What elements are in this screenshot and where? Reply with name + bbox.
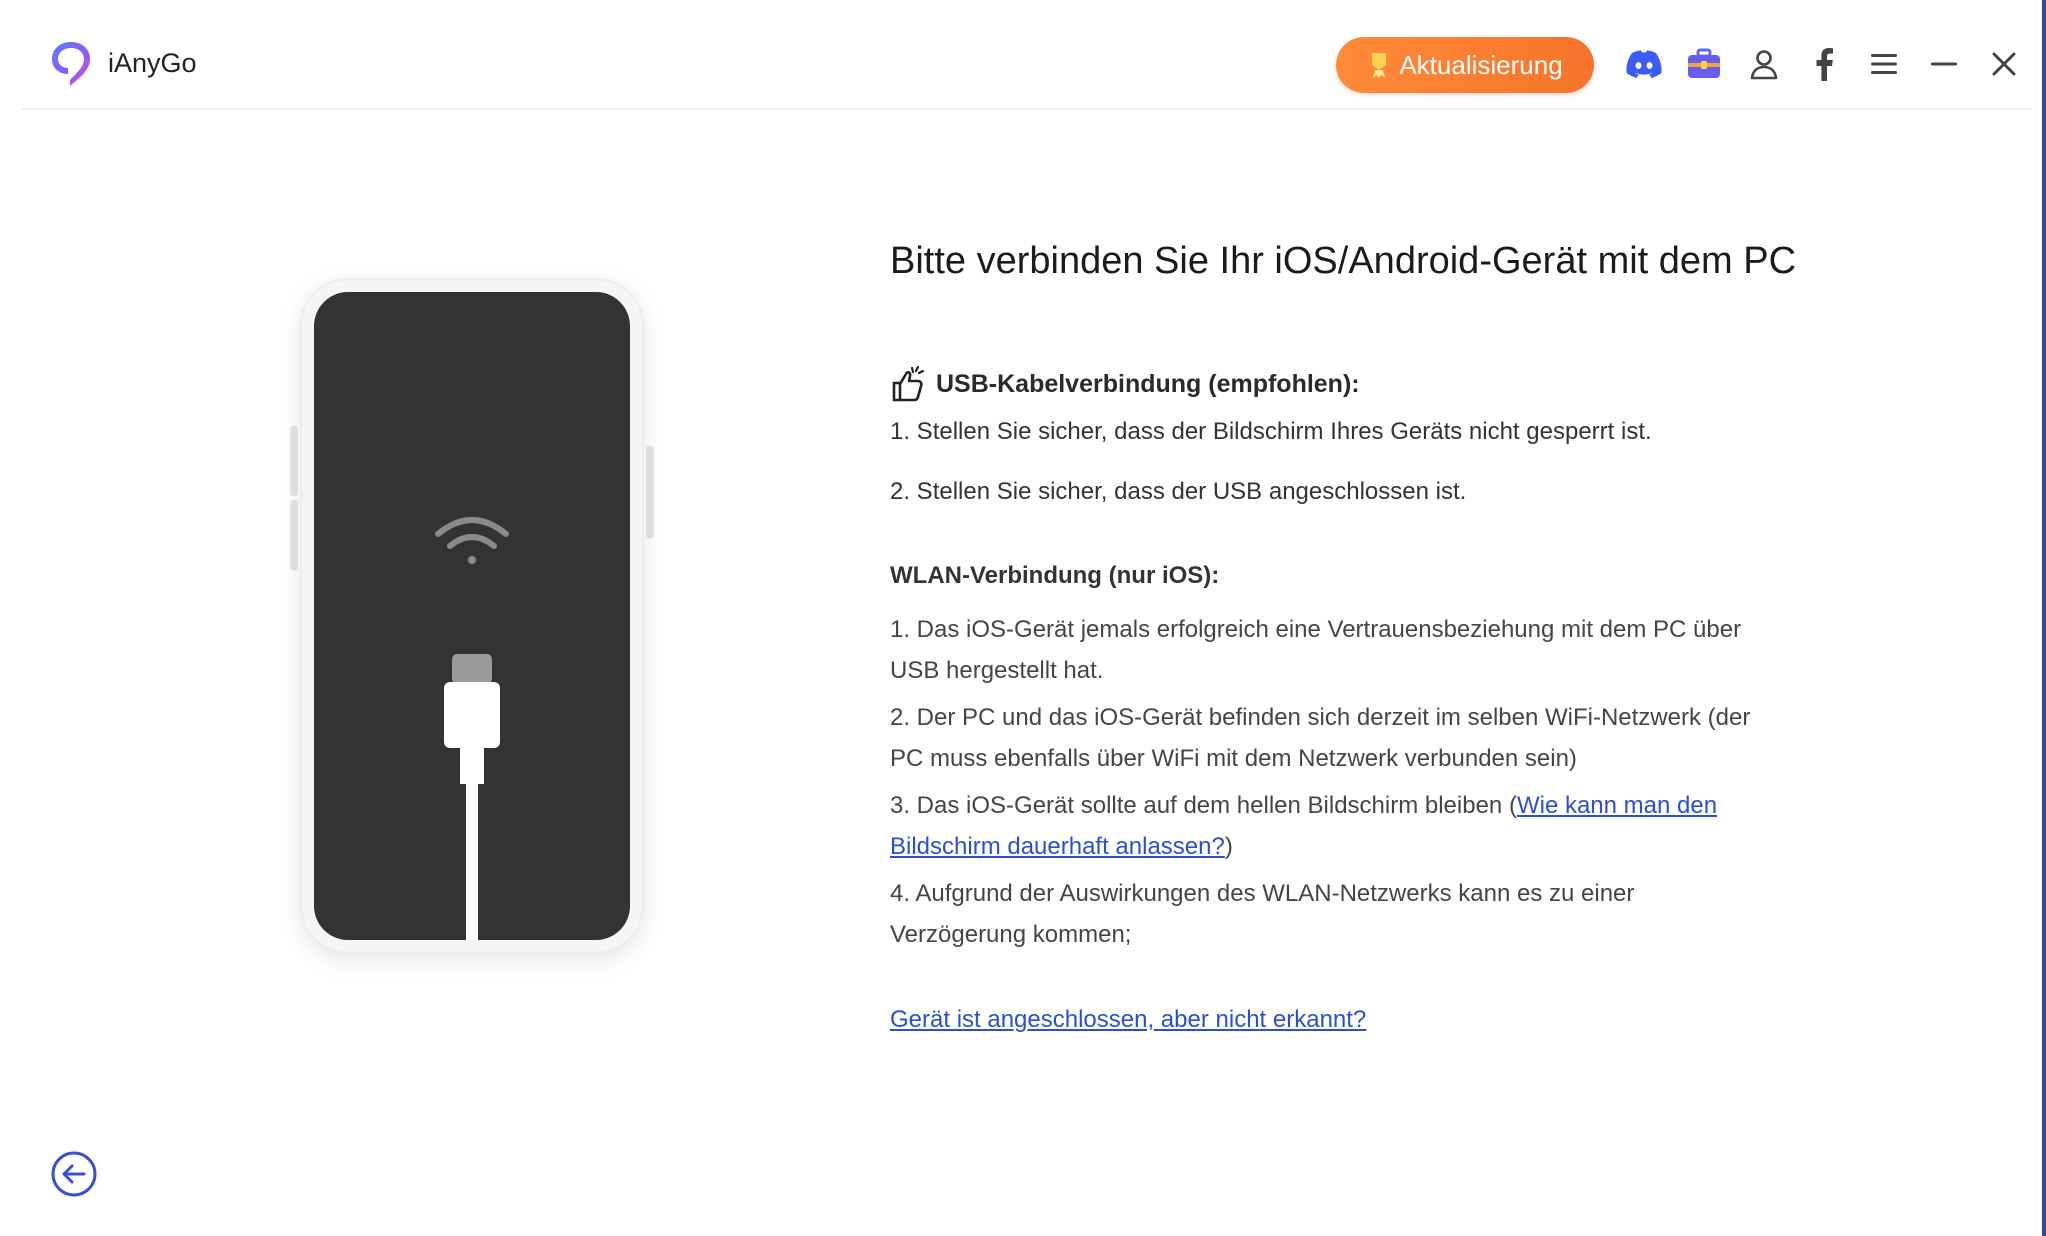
account-icon[interactable] <box>1744 44 1784 84</box>
upgrade-label: Aktualisierung <box>1399 49 1563 80</box>
wifi-icon <box>435 517 509 564</box>
device-not-recognized-link[interactable]: Gerät ist angeschlossen, aber nicht erka… <box>890 1006 1366 1034</box>
keep-screen-on-link[interactable]: Wie kann man den <box>1517 792 1717 819</box>
wlan-step-1-line-2: USB hergestellt hat. <box>890 657 1104 684</box>
thumbs-up-icon <box>892 365 925 402</box>
phone-power-button <box>646 446 654 538</box>
keep-screen-on-link-cont[interactable]: Bildschirm dauerhaft anlassen? <box>890 833 1225 860</box>
upgrade-button[interactable]: Aktualisierung <box>1336 37 1594 93</box>
wlan-section-title: WLAN-Verbindung (nur iOS): <box>890 562 1220 589</box>
close-icon[interactable] <box>1984 44 2024 84</box>
usb-step-1: 1. Stellen Sie sicher, dass der Bildschi… <box>890 418 1652 445</box>
wlan-step-1-line-1: 1. Das iOS-Gerät jemals erfolgreich eine… <box>890 616 1742 643</box>
wlan-step-4-line-2: Verzögerung kommen; <box>890 921 1132 948</box>
menu-icon[interactable] <box>1864 44 1904 84</box>
title-bar: iAnyGo Aktualisierung <box>22 0 2032 110</box>
window-edge <box>2042 0 2046 1236</box>
usb-section-title: USB-Kabelverbindung (empfohlen): <box>936 369 1360 398</box>
phone-side-button <box>290 426 298 496</box>
wlan-step-4-line-1: 4. Aufgrund der Auswirkungen des WLAN-Ne… <box>890 880 1635 907</box>
wlan-step-2-line-2: PC muss ebenfalls über WiFi mit dem Netz… <box>890 745 1577 772</box>
back-arrow-icon[interactable] <box>50 1150 98 1198</box>
toolbox-icon[interactable] <box>1684 44 1724 84</box>
usb-step-2: 2. Stellen Sie sicher, dass der USB ange… <box>890 478 1467 505</box>
wlan-step-3-paren: ( <box>1502 792 1517 819</box>
connection-illustration <box>435 517 509 940</box>
phone-side-button <box>290 500 298 570</box>
app-window: iAnyGo Aktualisierung Bitte verbinden Si… <box>0 0 2046 1236</box>
app-logo-icon <box>52 42 90 86</box>
phone-screen <box>314 292 630 940</box>
minimize-icon[interactable] <box>1924 44 1964 84</box>
wlan-step-2-line-1: 2. Der PC und das iOS-Gerät befinden sic… <box>890 704 1751 731</box>
app-name: iAnyGo <box>108 48 197 78</box>
wlan-step-3-line-2: Bildschirm dauerhaft anlassen?) <box>890 833 1233 861</box>
discord-icon[interactable] <box>1624 44 1664 84</box>
page-title: Bitte verbinden Sie Ihr iOS/Android-Gerä… <box>890 240 1797 282</box>
usb-cable-icon <box>444 654 500 940</box>
facebook-icon[interactable] <box>1804 44 1844 84</box>
wlan-step-3-line-1: 3. Das iOS-Gerät sollte auf dem hellen B… <box>890 792 1717 820</box>
wlan-step-3-paren-close: ) <box>1224 833 1233 860</box>
upgrade-badge-icon <box>1372 53 1387 78</box>
usb-section-header: USB-Kabelverbindung (empfohlen): <box>890 365 1360 403</box>
wlan-step-3-text: 3. Das iOS-Gerät sollte auf dem hellen B… <box>890 792 1503 819</box>
